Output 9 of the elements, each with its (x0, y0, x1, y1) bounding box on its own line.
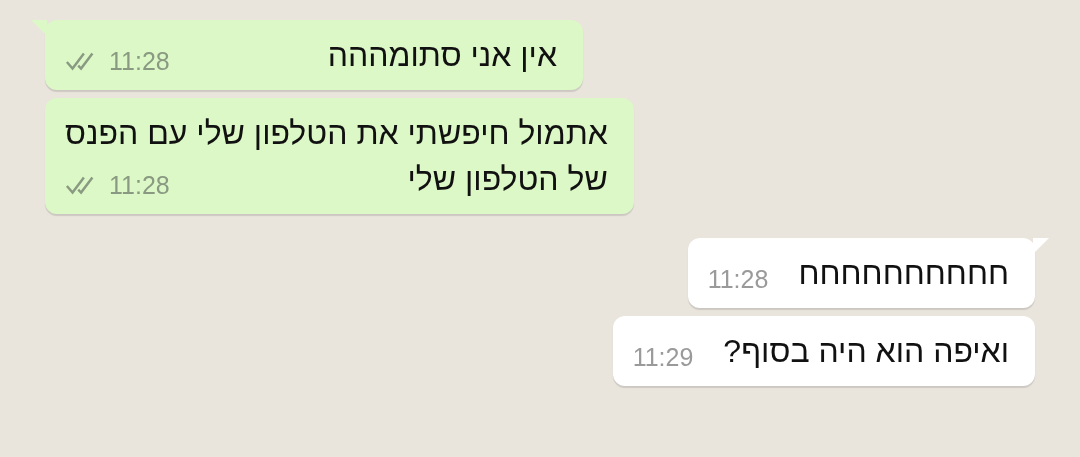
message-text: ואיפה הוא היה בסוף? (723, 332, 1009, 371)
message-time: 11:28 (109, 46, 170, 76)
message-time: 11:29 (632, 342, 694, 372)
message-time: 11:28 (109, 170, 170, 200)
message-text: אתמול חיפשתי את הטלפון שלי עם הפנס (65, 114, 608, 153)
message-text: חחחחחחחחחח (798, 254, 1009, 293)
message-text: אין אני סתומההה (327, 36, 557, 75)
message-text: של הטלפון שלי (407, 160, 608, 199)
message-time: 11:28 (707, 264, 769, 294)
